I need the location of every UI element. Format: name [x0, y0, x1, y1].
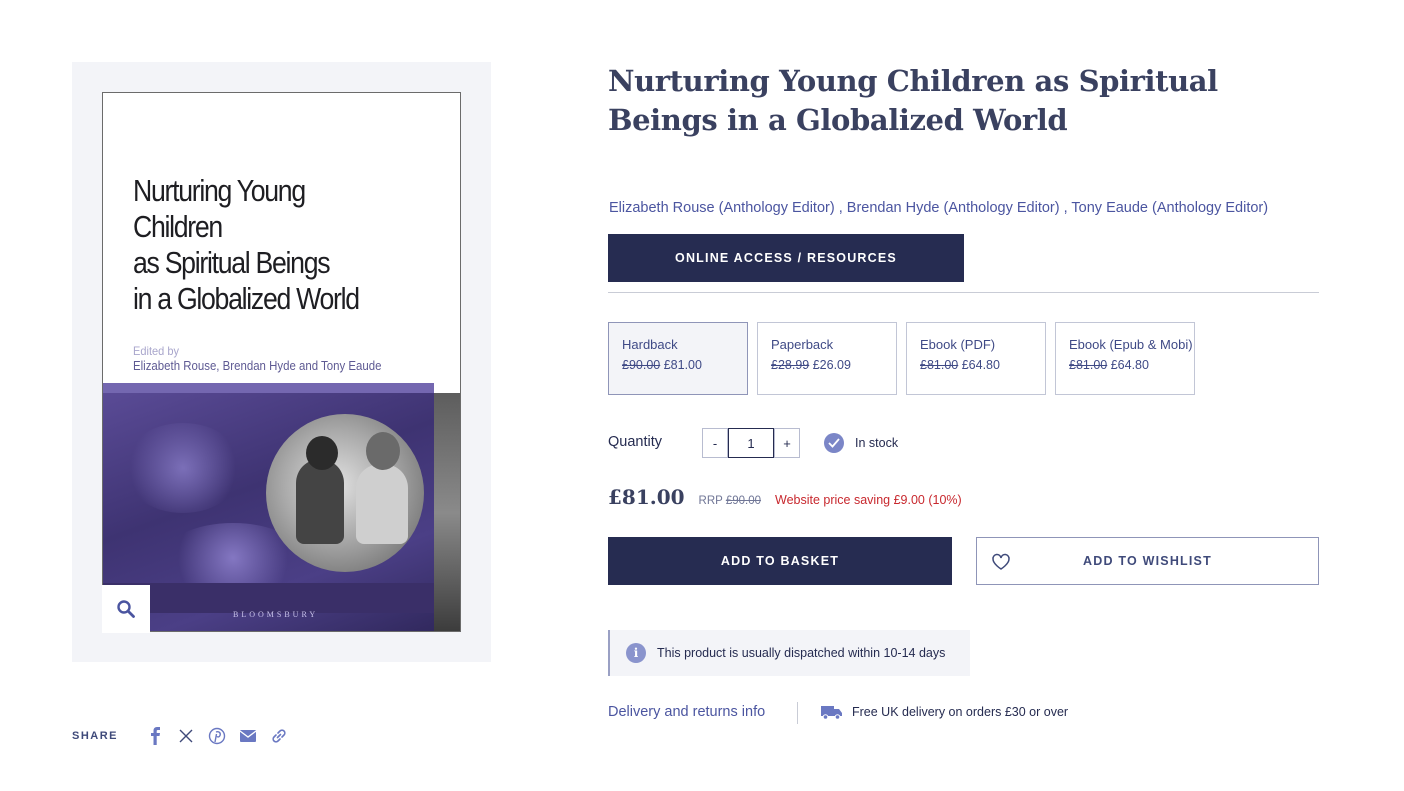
child-figure: [356, 464, 408, 544]
photo-strip: [434, 393, 460, 631]
rrp: RRP £90.00: [699, 495, 761, 507]
format-name: Ebook (PDF): [920, 337, 996, 352]
add-to-basket-button[interactable]: ADD TO BASKET: [608, 537, 952, 585]
online-access-button[interactable]: ONLINE ACCESS / RESOURCES: [608, 234, 964, 282]
stock-status: In stock: [824, 433, 898, 453]
link-icon[interactable]: [268, 725, 290, 747]
format-option-hardback[interactable]: Hardback £90.00 £81.00: [608, 322, 748, 395]
product-image-panel: Nurturing Young Children as Spiritual Be…: [72, 62, 491, 662]
free-delivery-text: Free UK delivery on orders £30 or over: [852, 705, 1069, 719]
wishlist-label: ADD TO WISHLIST: [1083, 554, 1212, 568]
rrp-label: RRP: [698, 495, 723, 507]
divider: [797, 702, 798, 724]
format-name: Hardback: [622, 337, 678, 352]
free-delivery-info: Free UK delivery on orders £30 or over: [821, 704, 1068, 720]
zoom-button[interactable]: [102, 585, 150, 633]
format-price: £26.09: [812, 358, 851, 372]
divider: [608, 292, 1319, 293]
format-old-price: £28.99: [771, 358, 810, 372]
cover-title-line: in a Globalized World: [133, 281, 360, 316]
quantity-label: Quantity: [608, 434, 662, 450]
facebook-icon[interactable]: [144, 725, 166, 747]
x-icon[interactable]: [175, 725, 197, 747]
quantity-stepper: - +: [702, 428, 800, 458]
format-name: Paperback: [771, 337, 834, 352]
format-option-ebook-pdf[interactable]: Ebook (PDF) £81.00 £64.80: [906, 322, 1046, 395]
heart-icon: [992, 553, 1010, 570]
email-icon[interactable]: [237, 725, 259, 747]
cover-title-line: Nurturing Young Children: [133, 173, 306, 244]
format-prices: £90.00 £81.00: [622, 358, 702, 372]
format-old-price: £81.00: [920, 358, 959, 372]
cover-publisher: BLOOMSBURY: [233, 610, 319, 619]
check-icon: [824, 433, 844, 453]
cover-title: Nurturing Young Children as Spiritual Be…: [133, 173, 400, 317]
format-name: Ebook (Epub & Mobi): [1069, 337, 1193, 352]
format-price: £81.00: [663, 358, 702, 372]
format-option-ebook-epub[interactable]: Ebook (Epub & Mobi) £81.00 £64.80: [1055, 322, 1195, 395]
cover-edited-by: Edited by: [133, 344, 180, 358]
format-prices: £28.99 £26.09: [771, 358, 851, 372]
author-list: Elizabeth Rouse (Anthology Editor) , Bre…: [609, 200, 1268, 216]
add-to-wishlist-button[interactable]: ADD TO WISHLIST: [976, 537, 1319, 585]
price-row: £81.00 RRP £90.00 Website price saving £…: [608, 485, 962, 509]
photo-foliage: [123, 423, 243, 513]
photo-planter: [103, 583, 434, 613]
quantity-increase-button[interactable]: +: [774, 428, 800, 458]
format-prices: £81.00 £64.80: [920, 358, 1000, 372]
saving-text: Website price saving £9.00 (10%): [775, 493, 962, 507]
cover-title-line: as Spiritual Beings: [133, 245, 331, 280]
format-selector: Hardback £90.00 £81.00 Paperback £28.99 …: [608, 322, 1195, 395]
format-old-price: £90.00: [622, 358, 661, 372]
info-icon: i: [626, 643, 646, 663]
quantity-decrease-button[interactable]: -: [702, 428, 728, 458]
format-price: £64.80: [1110, 358, 1149, 372]
book-cover-image[interactable]: Nurturing Young Children as Spiritual Be…: [102, 92, 461, 632]
author-link[interactable]: Brendan Hyde (Anthology Editor): [847, 200, 1060, 216]
photo-children-circle: [266, 414, 424, 572]
child-head: [366, 432, 400, 470]
child-head: [306, 436, 338, 470]
delivery-returns-link[interactable]: Delivery and returns info: [608, 704, 765, 720]
format-old-price: £81.00: [1069, 358, 1108, 372]
share-bar: SHARE: [72, 725, 299, 747]
dispatch-notice: i This product is usually dispatched wit…: [608, 630, 970, 676]
quantity-input[interactable]: [728, 428, 774, 458]
author-separator: ,: [1059, 200, 1072, 216]
stock-label: In stock: [855, 436, 899, 450]
cover-photo: BLOOMSBURY: [103, 393, 460, 631]
search-icon: [117, 600, 135, 618]
product-title: Nurturing Young Children as Spiritual Be…: [608, 64, 1218, 137]
dispatch-text: This product is usually dispatched withi…: [657, 646, 946, 660]
author-link[interactable]: Tony Eaude (Anthology Editor): [1071, 200, 1268, 216]
share-label: SHARE: [72, 730, 119, 742]
format-option-paperback[interactable]: Paperback £28.99 £26.09: [757, 322, 897, 395]
cover-accent-bar: [103, 383, 434, 393]
author-separator: ,: [834, 200, 847, 216]
rrp-value: £90.00: [725, 495, 762, 507]
child-figure: [296, 459, 344, 544]
format-price: £64.80: [961, 358, 1000, 372]
current-price: £81.00: [608, 485, 685, 509]
format-prices: £81.00 £64.80: [1069, 358, 1149, 372]
truck-icon: [821, 706, 842, 720]
author-link[interactable]: Elizabeth Rouse (Anthology Editor): [609, 200, 835, 216]
pinterest-icon[interactable]: [206, 725, 228, 747]
cover-editors: Elizabeth Rouse, Brendan Hyde and Tony E…: [133, 358, 382, 373]
